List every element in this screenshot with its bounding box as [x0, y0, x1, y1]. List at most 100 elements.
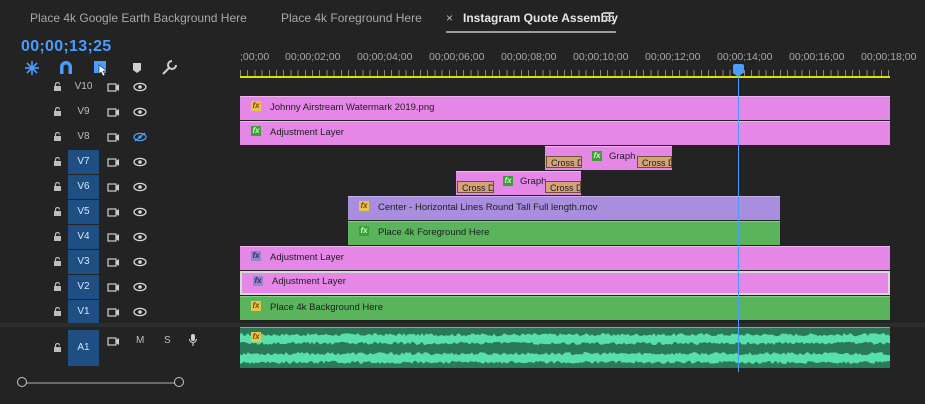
sync-lock-icon[interactable]: [107, 336, 120, 347]
playhead-handle[interactable]: [733, 64, 744, 77]
microphone-icon[interactable]: [188, 333, 198, 347]
track-name[interactable]: V4: [68, 225, 99, 249]
track-name-a1[interactable]: A1: [68, 330, 99, 366]
clip-adjustment-layer-v2-selected[interactable]: fx Adjustment Layer: [240, 271, 890, 295]
clip-adjustment-layer-v3[interactable]: fx Adjustment Layer: [240, 246, 890, 270]
lock-icon[interactable]: [53, 82, 62, 91]
sync-lock-icon[interactable]: [107, 307, 120, 318]
track-name[interactable]: V7: [68, 150, 99, 174]
lock-icon[interactable]: [53, 107, 62, 116]
track-name[interactable]: V1: [68, 300, 99, 324]
track-name[interactable]: V2: [68, 275, 99, 299]
track-name[interactable]: V3: [68, 250, 99, 274]
track-name[interactable]: V9: [68, 100, 99, 124]
cross-dissolve-transition[interactable]: Cross D: [457, 181, 494, 193]
timeline-zoom-scrollbar[interactable]: [0, 372, 925, 404]
clip-foreground-nested[interactable]: fx Place 4k Foreground Here: [348, 221, 780, 245]
scrollbar-track[interactable]: [20, 382, 180, 384]
lock-icon[interactable]: [53, 343, 62, 352]
fx-badge[interactable]: fx: [251, 126, 261, 136]
tab-google-earth-background[interactable]: Place 4k Google Earth Background Here: [30, 11, 247, 25]
cross-dissolve-transition[interactable]: Cross D: [546, 156, 582, 168]
lock-icon[interactable]: [53, 282, 62, 291]
cross-dissolve-transition[interactable]: Cross D: [545, 181, 581, 193]
eye-icon[interactable]: [133, 207, 147, 217]
cross-dissolve-transition[interactable]: Cross D: [637, 156, 672, 168]
ruler-label: 00;00;06;00: [429, 51, 485, 63]
track-name[interactable]: V8: [68, 125, 99, 149]
track-header-v8: V8: [0, 125, 240, 150]
audio-clip-a1[interactable]: fx: [240, 327, 890, 368]
track-header-v4: V4: [0, 225, 240, 250]
sync-lock-icon[interactable]: [107, 207, 120, 218]
sync-lock-icon[interactable]: [107, 82, 120, 93]
eye-icon[interactable]: [133, 82, 147, 92]
eye-icon[interactable]: [133, 232, 147, 242]
ruler-label: 00;00;10;00: [573, 51, 629, 63]
lock-icon[interactable]: [53, 157, 62, 166]
clip-watermark-png[interactable]: fx Johnny Airstream Watermark 2019.png: [240, 96, 890, 120]
clip-adjustment-layer-v8[interactable]: fx Adjustment Layer: [240, 121, 890, 145]
sync-lock-icon[interactable]: [107, 282, 120, 293]
clip-label: Graph: [609, 151, 636, 162]
sync-lock-icon[interactable]: [107, 132, 120, 143]
eye-hidden-icon[interactable]: [133, 132, 147, 142]
sync-lock-icon[interactable]: [107, 107, 120, 118]
fx-badge[interactable]: fx: [359, 226, 369, 236]
panel-menu-icon[interactable]: [603, 12, 614, 22]
clip-label: Adjustment Layer: [272, 276, 346, 287]
ruler-label: ;00;00: [240, 51, 270, 63]
track-name[interactable]: V10: [68, 75, 99, 99]
ruler-label: 00;00;18;00: [861, 51, 917, 63]
sync-lock-icon[interactable]: [107, 182, 120, 193]
scrollbar-end-handle[interactable]: [174, 377, 184, 387]
lock-icon[interactable]: [53, 132, 62, 141]
clip-horizontal-lines-mov[interactable]: fx Center - Horizontal Lines Round Tall …: [348, 196, 780, 220]
track-name[interactable]: V5: [68, 200, 99, 224]
lock-icon[interactable]: [53, 207, 62, 216]
ruler-label: 00;00;16;00: [789, 51, 845, 63]
eye-icon[interactable]: [133, 307, 147, 317]
tab-instagram-quote-assembly[interactable]: Instagram Quote Assembly: [463, 11, 618, 25]
clip-label: Adjustment Layer: [270, 252, 344, 263]
eye-icon[interactable]: [133, 107, 147, 117]
track-header-v5: V5: [0, 200, 240, 225]
sequence-tab-bar: Place 4k Google Earth Background Here Pl…: [0, 0, 925, 36]
lock-icon[interactable]: [53, 307, 62, 316]
fx-badge[interactable]: fx: [503, 176, 513, 186]
fx-badge[interactable]: fx: [253, 276, 263, 286]
fx-badge[interactable]: fx: [592, 151, 602, 161]
tab-foreground[interactable]: Place 4k Foreground Here: [281, 11, 422, 25]
close-icon[interactable]: ×: [446, 11, 453, 25]
solo-button[interactable]: S: [164, 335, 171, 346]
eye-icon[interactable]: [133, 182, 147, 192]
eye-icon[interactable]: [133, 157, 147, 167]
playhead-line[interactable]: [738, 77, 739, 375]
clip-label: Graph: [520, 176, 547, 187]
sync-lock-icon[interactable]: [107, 257, 120, 268]
track-name[interactable]: V6: [68, 175, 99, 199]
ruler-label: 00;00;08;00: [501, 51, 557, 63]
work-area-bar[interactable]: [240, 76, 890, 78]
sync-lock-icon[interactable]: [107, 157, 120, 168]
track-header-a1: A1 M S: [0, 330, 240, 366]
eye-icon[interactable]: [133, 282, 147, 292]
scrollbar-start-handle[interactable]: [17, 377, 27, 387]
track-header-v2: V2: [0, 275, 240, 300]
eye-icon[interactable]: [133, 257, 147, 267]
playhead-timecode[interactable]: 00;00;13;25: [21, 38, 111, 56]
clip-label: Place 4k Background Here: [270, 302, 384, 313]
lock-icon[interactable]: [53, 182, 62, 191]
fx-badge[interactable]: fx: [251, 301, 261, 311]
fx-badge[interactable]: fx: [251, 251, 261, 261]
fx-badge[interactable]: fx: [359, 201, 369, 211]
lock-icon[interactable]: [53, 232, 62, 241]
lock-icon[interactable]: [53, 257, 62, 266]
sync-lock-icon[interactable]: [107, 232, 120, 243]
fx-badge[interactable]: fx: [251, 332, 261, 342]
track-header-v1: V1: [0, 300, 240, 325]
fx-badge[interactable]: fx: [251, 101, 261, 111]
clip-background-nested[interactable]: fx Place 4k Background Here: [240, 296, 890, 320]
mute-button[interactable]: M: [136, 335, 144, 346]
track-header-v9: V9: [0, 100, 240, 125]
